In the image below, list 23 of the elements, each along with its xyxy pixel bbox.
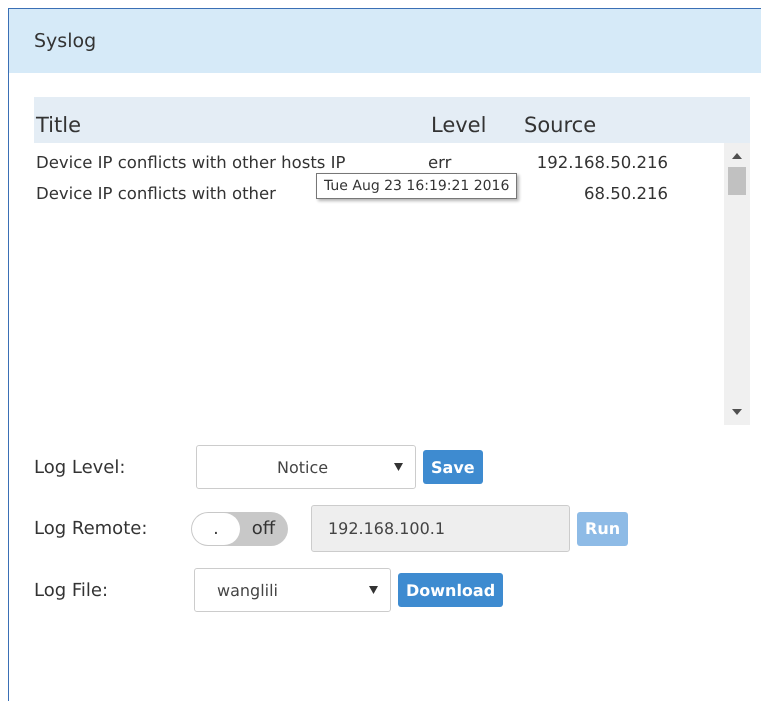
log-remote-label: Log Remote: <box>34 518 148 539</box>
table-cell-text: err <box>427 153 452 172</box>
scroll-up-icon[interactable] <box>732 151 742 159</box>
table-header: Title Level Source <box>34 97 750 143</box>
panel-title: Syslog <box>9 9 761 73</box>
save-button[interactable]: Save <box>423 450 483 484</box>
table-cell-text: Device IP conflicts with other hosts IP <box>35 153 346 172</box>
caret-icon <box>394 463 403 471</box>
scrollbar[interactable] <box>724 143 750 425</box>
table-cell-text: Device IP conflicts with other <box>35 184 276 203</box>
table-cell-text: 68.50.216 <box>583 184 668 203</box>
toggle-switch[interactable]: . off <box>191 512 288 546</box>
scrollbar-thumb[interactable] <box>728 167 746 195</box>
log-file-label: Log File: <box>34 580 110 600</box>
log-level-label: Log Level: <box>34 456 126 478</box>
log-file-select[interactable]: wanglili <box>194 568 391 612</box>
log-level-select[interactable]: Notice <box>196 445 416 489</box>
remote-ip-field[interactable]: 192.168.100.1 <box>311 505 570 552</box>
scroll-down-icon[interactable] <box>732 409 742 417</box>
caret-icon <box>369 586 378 594</box>
table-cell-text: 192.168.50.216 <box>536 153 668 172</box>
date-tooltip: Tue Aug 23 16:19:21 2016 <box>316 173 518 199</box>
download-button[interactable]: Download <box>398 573 504 607</box>
